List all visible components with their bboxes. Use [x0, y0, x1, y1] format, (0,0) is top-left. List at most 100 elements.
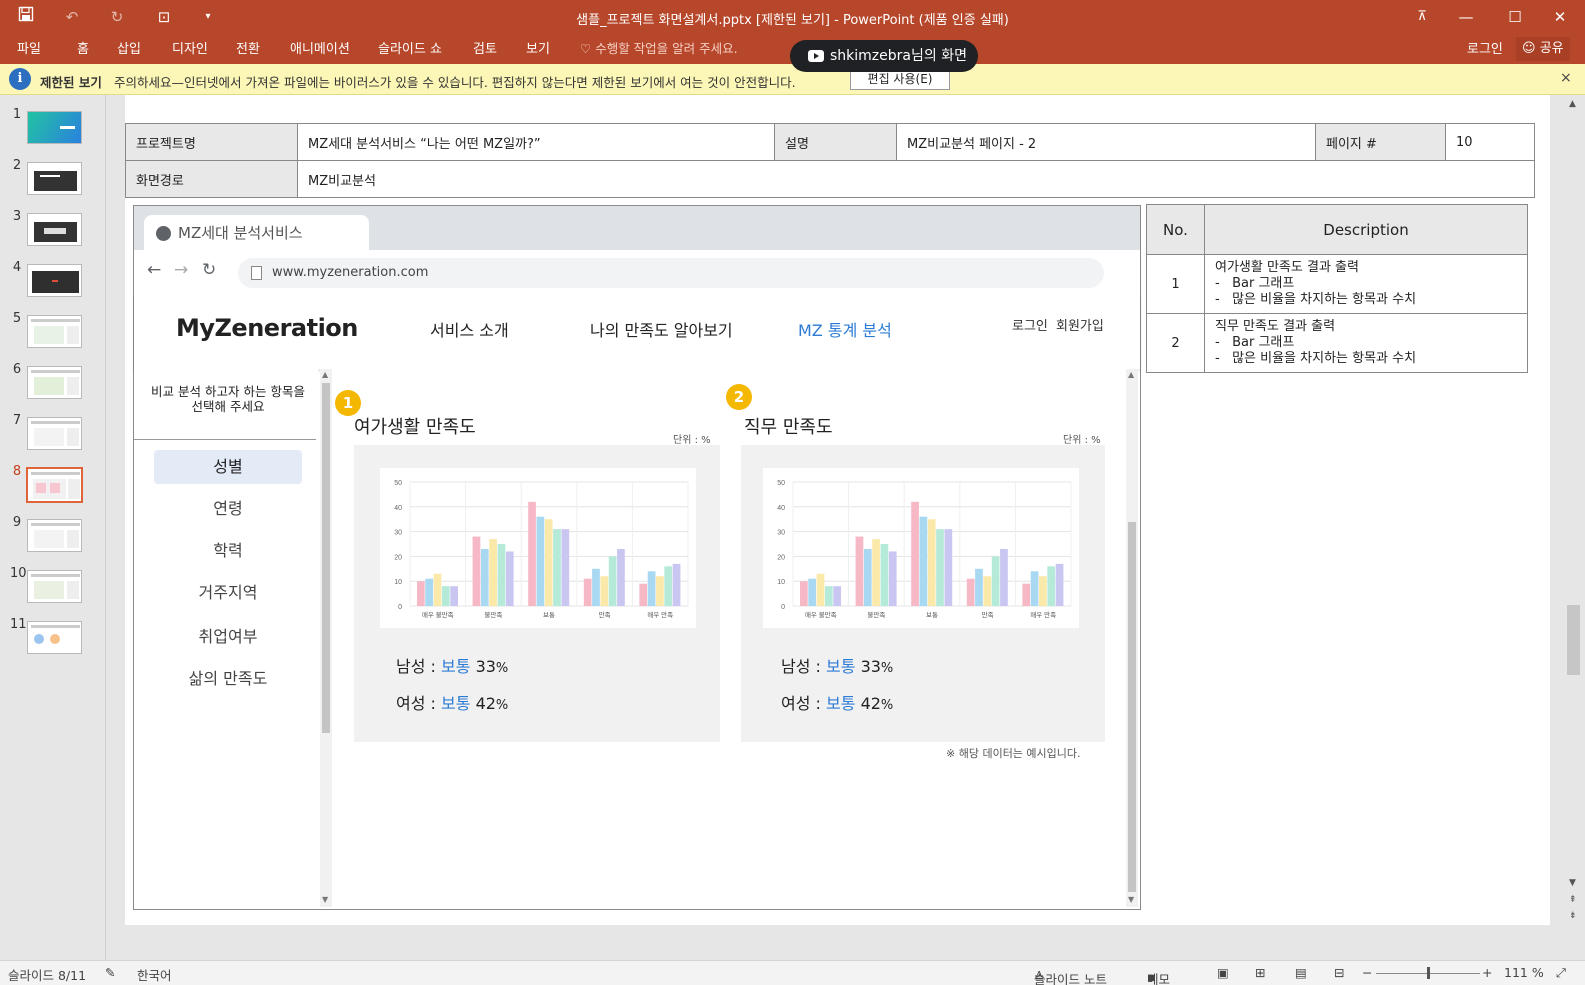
sign-in-link[interactable]: 로그인	[1467, 38, 1503, 57]
y-tick-label: 20	[394, 554, 402, 561]
chart-bar	[600, 576, 609, 606]
slide-canvas[interactable]: 프로젝트명 MZ세대 분석서비스 “나는 어떤 MZ일까?” 설명 MZ비교분석…	[125, 95, 1550, 925]
menu-mz-statistics[interactable]: MZ 통계 분석	[798, 317, 892, 341]
normal-view-icon[interactable]: ▣	[1217, 965, 1229, 980]
browser-tab-title: MZ세대 분석서비스	[178, 224, 303, 242]
y-tick-label: 10	[394, 579, 402, 586]
chart-bar	[489, 539, 497, 606]
tab-slide-show[interactable]: 슬라이드 쇼	[378, 38, 442, 57]
tab-design[interactable]: 디자인	[172, 38, 208, 57]
analysis-content: 1 여가생활 만족도 단위 : % 0 10 20 30 40 50 매우 불만족 불만족 보통…	[332, 369, 1128, 907]
content-scrollbar[interactable]: ▲ ▼	[1126, 369, 1138, 907]
zoom-in-icon[interactable]: +	[1482, 965, 1492, 980]
callout-badge-2: 2	[726, 384, 752, 410]
close-icon[interactable]: ×	[1560, 70, 1572, 86]
result-male: 남성 : 보통 33%	[781, 657, 894, 676]
scroll-up-icon[interactable]: ▲	[1569, 99, 1576, 109]
browser-tab[interactable]: MZ세대 분석서비스	[144, 215, 369, 250]
sidebar-item-employment[interactable]: 취업여부	[154, 620, 302, 654]
sidebar-item-education[interactable]: 학력	[154, 534, 302, 568]
next-slide-icon[interactable]: ⇟	[1569, 911, 1577, 921]
scroll-down-icon[interactable]: ▼	[1128, 895, 1134, 904]
slide-thumbnail-1[interactable]	[27, 111, 82, 144]
reading-view-icon[interactable]: ▤	[1295, 965, 1307, 980]
desc-label: 설명	[774, 123, 897, 161]
language-indicator[interactable]: 한국어	[137, 965, 172, 984]
chart-bar	[1047, 566, 1056, 606]
login-link[interactable]: 로그인	[1012, 315, 1048, 334]
tell-me-box[interactable]: ♡ 수행할 작업을 알려 주세요.	[580, 38, 738, 57]
tab-insert[interactable]: 삽입	[117, 38, 141, 57]
slide-thumbnail-2[interactable]	[27, 162, 82, 195]
slide-thumbnail-7[interactable]	[27, 417, 82, 450]
slide-thumbnail-4[interactable]	[27, 264, 82, 297]
slide-thumbnail-8[interactable]	[26, 467, 83, 503]
signup-link[interactable]: 회원가입	[1056, 315, 1104, 334]
slide-thumbnail-11[interactable]	[27, 621, 82, 654]
scroll-thumb[interactable]	[322, 383, 330, 733]
tab-animations[interactable]: 애니메이션	[290, 38, 350, 57]
previous-slide-icon[interactable]: ⇞	[1569, 895, 1577, 905]
back-arrow-icon[interactable]: ←	[147, 260, 161, 280]
tab-transitions[interactable]: 전환	[236, 38, 260, 57]
close-icon[interactable]: ✕	[1545, 4, 1575, 30]
browser-mockup: MZ세대 분석서비스 ← → ↻ www.myzeneration.com My…	[133, 205, 1141, 910]
slide-thumbnail-5[interactable]	[27, 315, 82, 348]
result-male: 남성 : 보통 33%	[396, 657, 509, 676]
tab-home[interactable]: 홈	[77, 38, 89, 57]
slide-show-icon[interactable]: ⊟	[1334, 965, 1344, 980]
protected-view-message: 주의하세요—인터넷에서 가져온 파일에는 바이러스가 있을 수 있습니다. 편집…	[114, 75, 796, 90]
tab-review[interactable]: 검토	[473, 38, 497, 57]
minimize-icon[interactable]: —	[1451, 4, 1481, 30]
scroll-up-icon[interactable]: ▲	[1128, 370, 1134, 379]
row-description: 여가생활 만족도 결과 출력 - Bar 그래프 - 많은 비율을 차지하는 항…	[1204, 254, 1528, 314]
slide-thumbnail-6[interactable]	[27, 366, 82, 399]
scroll-up-icon[interactable]: ▲	[322, 370, 328, 379]
y-tick-label: 20	[777, 554, 785, 561]
chart-bar	[553, 529, 561, 606]
scroll-thumb[interactable]	[1128, 522, 1136, 892]
sidebar-item-life-satisfaction[interactable]: 삶의 만족도	[154, 662, 302, 696]
project-value: MZ세대 분석서비스 “나는 어떤 MZ일까?”	[297, 123, 775, 161]
menu-my-satisfaction[interactable]: 나의 만족도 알아보기	[590, 317, 733, 341]
site-header: MyZeneration 서비스 소개 나의 만족도 알아보기 MZ 통계 분석…	[134, 294, 1140, 369]
enable-editing-button[interactable]: 편집 사용(E)	[850, 69, 950, 90]
fit-to-window-icon[interactable]: ⤢	[1556, 965, 1566, 981]
chart-bar	[472, 536, 481, 606]
zoom-slider-knob[interactable]	[1427, 967, 1430, 979]
scroll-down-icon[interactable]: ▼	[322, 895, 328, 904]
menu-service-intro[interactable]: 서비스 소개	[430, 317, 509, 341]
address-bar[interactable]: www.myzeneration.com	[238, 258, 1104, 288]
slide-sorter-icon[interactable]: ⊞	[1255, 965, 1265, 980]
thumb-number: 3	[12, 209, 22, 224]
spelling-icon[interactable]: ✎	[105, 965, 115, 980]
ribbon-display-options-icon[interactable]: ⊼	[1407, 4, 1437, 30]
x-tick-label: 매우 만족	[647, 610, 673, 619]
chart-bar	[617, 548, 625, 606]
tab-file[interactable]: 파일	[17, 38, 41, 57]
sidebar-scrollbar[interactable]: ▲ ▼	[320, 369, 332, 907]
result-female: 여성 : 보통 42%	[396, 694, 509, 713]
sidebar-item-age[interactable]: 연령	[154, 492, 302, 526]
slide-thumbnail-3[interactable]	[27, 213, 82, 246]
project-label: 프로젝트명	[125, 123, 298, 161]
scroll-down-icon[interactable]: ▼	[1569, 878, 1576, 888]
slide-thumbnail-9[interactable]	[27, 519, 82, 552]
share-button[interactable]: ☺ 공유	[1516, 37, 1570, 61]
slide-scrollbar[interactable]: ▲ ▼ ⇞ ⇟	[1563, 95, 1585, 960]
x-tick-label: 보통	[543, 611, 555, 619]
maximize-icon[interactable]: ☐	[1500, 4, 1530, 30]
site-logo[interactable]: MyZeneration	[176, 314, 358, 342]
sidebar-item-gender[interactable]: 성별	[154, 450, 302, 484]
scroll-thumb[interactable]	[1567, 605, 1580, 675]
screen-share-indicator: shkimzebra님의 화면	[790, 40, 978, 72]
sidebar-item-region[interactable]: 거주지역	[154, 576, 302, 610]
slide-thumbnail-10[interactable]	[27, 570, 82, 603]
thumb-number: 7	[12, 413, 22, 428]
zoom-out-icon[interactable]: −	[1362, 965, 1372, 980]
tab-view[interactable]: 보기	[526, 38, 550, 57]
forward-arrow-icon[interactable]: →	[174, 260, 188, 280]
chart-bar	[505, 551, 514, 606]
zoom-level[interactable]: 111 %	[1504, 965, 1544, 980]
reload-icon[interactable]: ↻	[202, 260, 216, 280]
